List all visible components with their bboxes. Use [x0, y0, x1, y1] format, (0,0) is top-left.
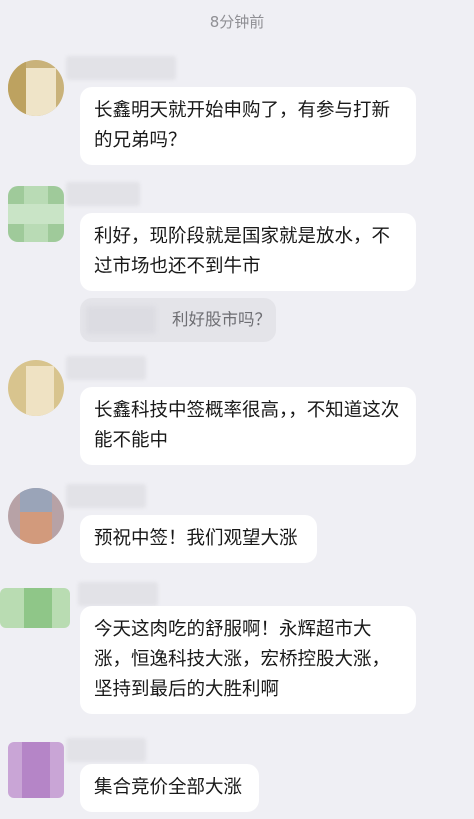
avatar[interactable]	[8, 360, 64, 416]
avatar[interactable]	[8, 60, 64, 116]
message-bubble[interactable]: 今天这肉吃的舒服啊！永辉超市大涨，恒逸科技大涨，宏桥控股大涨，坚持到最后的大胜利…	[80, 606, 416, 714]
message-bubble[interactable]: 长鑫科技中签概率很高，，不知道这次能不能中	[80, 387, 416, 465]
quoted-message[interactable]: 利好股市吗？	[80, 298, 276, 342]
username-blurred	[66, 484, 146, 508]
avatar[interactable]	[8, 742, 64, 798]
avatar[interactable]	[8, 488, 64, 544]
message-bubble[interactable]: 预祝中签！我们观望大涨	[80, 515, 317, 563]
timestamp: 8分钟前	[209, 13, 265, 31]
message-bubble[interactable]: 利好，现阶段就是国家就是放水，不过市场也还不到牛市	[80, 213, 416, 291]
username-blurred	[66, 56, 176, 80]
username-blurred	[66, 738, 146, 762]
quoted-text: 利好股市吗？	[172, 310, 271, 329]
message-bubble[interactable]: 长鑫明天就开始申购了，有参与打新的兄弟吗？	[80, 87, 416, 165]
avatar[interactable]	[8, 186, 64, 242]
username-blurred	[66, 356, 146, 380]
message-bubble[interactable]: 集合竞价全部大涨	[80, 764, 259, 812]
quoted-username-blurred	[86, 306, 156, 334]
username-blurred	[78, 582, 158, 606]
username-blurred	[66, 182, 140, 206]
avatar[interactable]	[0, 588, 70, 628]
